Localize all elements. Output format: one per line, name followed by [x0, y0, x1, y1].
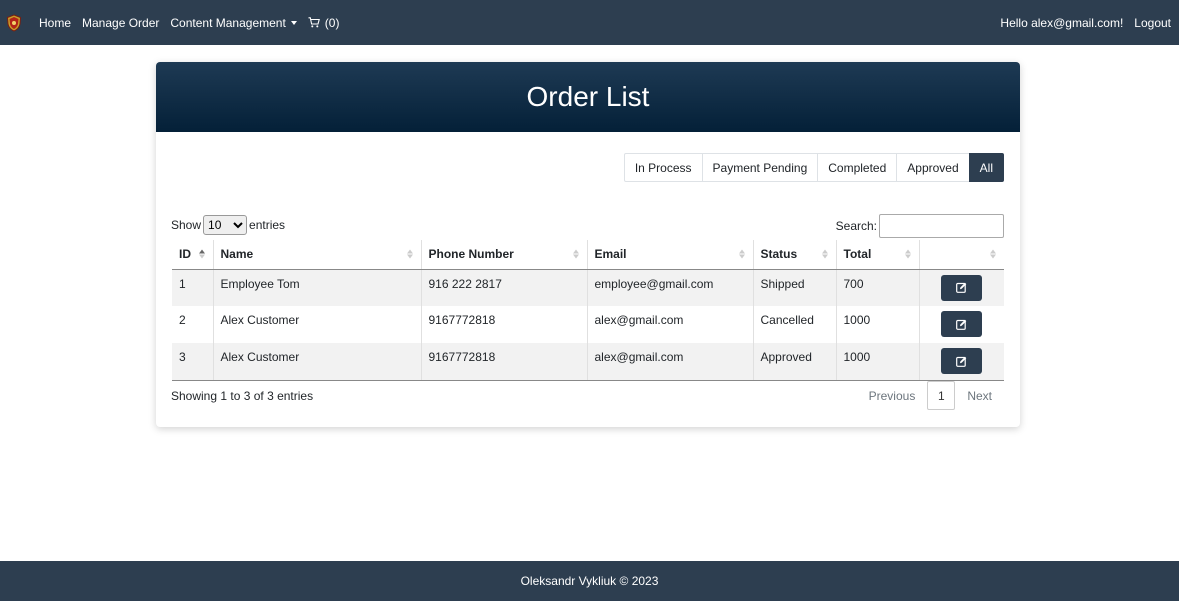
- filter-approved[interactable]: Approved: [896, 153, 970, 182]
- pagination: Previous 1 Next: [857, 381, 1004, 410]
- column-total[interactable]: Total: [836, 240, 920, 270]
- search-label: Search:: [835, 219, 877, 233]
- column-email-label: Email: [594, 247, 627, 262]
- nav-cart[interactable]: (0): [308, 15, 340, 30]
- table-row: 1 Employee Tom 916 222 2817 employee@gma…: [172, 269, 1004, 306]
- edit-icon: [956, 319, 967, 330]
- cell-total: 1000: [836, 306, 920, 343]
- caret-down-icon: [290, 20, 297, 25]
- column-name[interactable]: Name: [213, 240, 422, 270]
- sort-icon: [990, 249, 996, 259]
- table-header-row: ID Name Phone Number Email Status Total: [172, 240, 1004, 270]
- cell-actions: [919, 306, 1004, 343]
- column-name-label: Name: [220, 247, 254, 262]
- cell-id: 3: [172, 343, 214, 381]
- table-row: 3 Alex Customer 9167772818 alex@gmail.co…: [172, 343, 1004, 381]
- sort-icon: [738, 249, 745, 259]
- cart-count: (0): [324, 15, 340, 30]
- table-info: Showing 1 to 3 of 3 entries: [171, 389, 314, 403]
- sort-icon: [904, 249, 911, 259]
- nav-content-management[interactable]: Content Management: [170, 15, 297, 30]
- filter-in-process[interactable]: In Process: [623, 153, 703, 182]
- cell-status: Approved: [753, 343, 837, 381]
- cell-id: 2: [172, 306, 214, 343]
- edit-order-button[interactable]: [941, 311, 983, 337]
- column-status-label: Status: [760, 247, 798, 262]
- column-id[interactable]: ID: [172, 240, 214, 270]
- column-phone-label: Phone Number: [428, 247, 514, 262]
- entries-select[interactable]: 10: [203, 215, 248, 235]
- cell-actions: [919, 343, 1004, 381]
- cell-name: Alex Customer: [213, 306, 422, 343]
- cell-email: employee@gmail.com: [587, 269, 754, 306]
- nav-right: Hello alex@gmail.com! Logout: [989, 16, 1171, 30]
- edit-icon: [956, 282, 967, 293]
- length-prefix: Show: [171, 218, 202, 232]
- status-filter-group: In Process Payment Pending Completed App…: [623, 153, 1004, 182]
- length-suffix: entries: [249, 218, 286, 232]
- footer: Oleksandr Vykliuk © 2023: [0, 561, 1179, 601]
- nav-content-management-label: Content Management: [170, 15, 286, 30]
- nav-home[interactable]: Home: [39, 16, 71, 30]
- cell-status: Shipped: [753, 269, 837, 306]
- cell-phone: 9167772818: [421, 306, 588, 343]
- orders-table: ID Name Phone Number Email Status Total …: [172, 240, 1004, 381]
- edit-order-button[interactable]: [941, 274, 983, 301]
- cell-phone: 9167772818: [421, 343, 588, 381]
- cell-name: Alex Customer: [213, 343, 422, 381]
- cell-total: 700: [836, 269, 920, 306]
- logout-link[interactable]: Logout: [1134, 16, 1171, 30]
- edit-order-button[interactable]: [941, 348, 983, 374]
- column-status[interactable]: Status: [753, 240, 837, 270]
- search-input[interactable]: [879, 214, 1004, 238]
- pagination-previous[interactable]: Previous: [857, 389, 928, 403]
- user-greeting[interactable]: Hello alex@gmail.com!: [1000, 16, 1123, 30]
- pagination-next[interactable]: Next: [955, 389, 1004, 403]
- cell-id: 1: [172, 269, 214, 306]
- cell-status: Cancelled: [753, 306, 837, 343]
- page-title: Order List: [526, 81, 650, 112]
- filter-payment-pending[interactable]: Payment Pending: [701, 153, 819, 182]
- table-row: 2 Alex Customer 9167772818 alex@gmail.co…: [172, 306, 1004, 343]
- pagination-page-1[interactable]: 1: [927, 381, 956, 410]
- sort-icon: [406, 249, 413, 259]
- footer-text: Oleksandr Vykliuk © 2023: [520, 574, 659, 588]
- navbar: Home Manage Order Content Management (0)…: [0, 0, 1179, 45]
- column-actions[interactable]: [919, 240, 1004, 270]
- table-search: Search:: [836, 214, 1004, 238]
- column-total-label: Total: [843, 247, 872, 262]
- card-header: Order List: [156, 62, 1020, 132]
- column-phone[interactable]: Phone Number: [421, 240, 588, 270]
- cell-actions: [919, 269, 1004, 306]
- column-email[interactable]: Email: [587, 240, 754, 270]
- cell-name: Employee Tom: [213, 269, 422, 306]
- sort-icon: [821, 249, 828, 259]
- logo-icon[interactable]: [6, 13, 22, 32]
- sort-asc-icon: [198, 249, 205, 259]
- filter-all[interactable]: All: [968, 153, 1004, 182]
- cell-phone: 916 222 2817: [421, 269, 588, 306]
- edit-icon: [956, 356, 967, 367]
- cart-icon: [308, 17, 320, 28]
- cell-email: alex@gmail.com: [587, 306, 754, 343]
- order-list-card: Order List In Process Payment Pending Co…: [156, 62, 1020, 427]
- filter-completed[interactable]: Completed: [817, 153, 898, 182]
- nav-manage-order[interactable]: Manage Order: [82, 16, 159, 30]
- entries-length: Show 10 entries: [171, 215, 285, 235]
- column-id-label: ID: [179, 247, 191, 262]
- cell-total: 1000: [836, 343, 920, 381]
- sort-icon: [572, 249, 579, 259]
- cell-email: alex@gmail.com: [587, 343, 754, 381]
